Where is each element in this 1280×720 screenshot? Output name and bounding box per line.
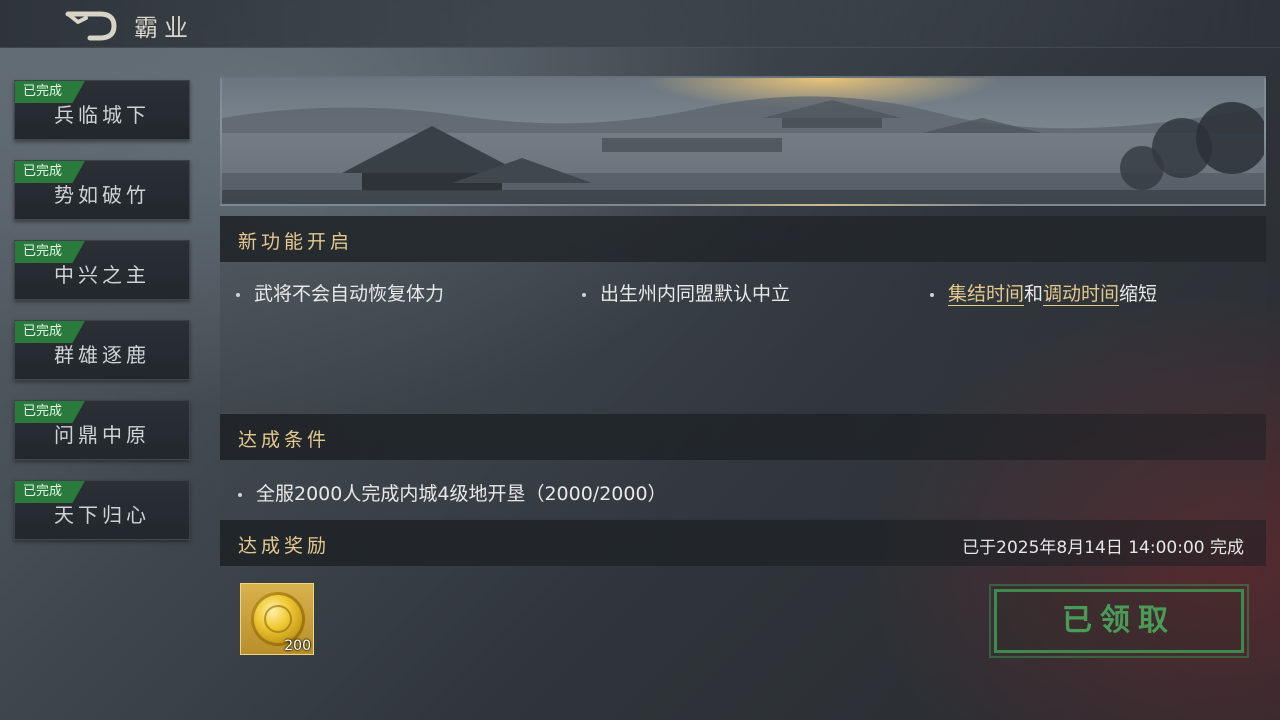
top-bar: 霸业	[0, 0, 1280, 48]
conditions-header: 达成条件	[220, 414, 1266, 460]
features-title: 新功能开启	[238, 231, 354, 253]
sidebar-item-label: 势如破竹	[54, 183, 150, 207]
back-button[interactable]	[64, 8, 120, 42]
feature-item-3: 集结时间和调动时间缩短	[930, 279, 1157, 306]
feature-item-2: 出生州内同盟默认中立	[582, 279, 790, 306]
reward-quantity: 200	[284, 638, 311, 654]
rewards-title: 达成奖励	[238, 535, 331, 557]
dispatch-time-link[interactable]: 调动时间	[1043, 283, 1120, 306]
condition-item: 全服2000人完成内城4级地开垦（2000/2000）	[238, 479, 667, 506]
sidebar-item-label: 群雄逐鹿	[54, 343, 150, 367]
back-arrow-icon	[65, 11, 117, 41]
bullet-icon	[238, 492, 242, 497]
rewards-header: 达成奖励 已于2025年8月14日 14:00:00 完成	[220, 520, 1266, 566]
completion-time: 已于2025年8月14日 14:00:00 完成	[962, 538, 1244, 558]
conditions-body: 全服2000人完成内城4级地开垦（2000/2000）	[220, 460, 1266, 518]
sidebar: 兵临城下 已完成 势如破竹 已完成 中兴之主 已完成 群雄逐鹿 已完成 问鼎中原…	[14, 80, 190, 560]
bullet-icon	[930, 292, 934, 297]
stage-banner-image	[220, 76, 1266, 206]
sidebar-item-4[interactable]: 群雄逐鹿 已完成	[14, 320, 190, 380]
conditions-title: 达成条件	[238, 429, 331, 451]
sidebar-item-label: 中兴之主	[54, 263, 150, 287]
sidebar-item-label: 天下归心	[54, 503, 150, 527]
sidebar-item-1[interactable]: 兵临城下 已完成	[14, 80, 190, 140]
sidebar-item-label: 问鼎中原	[54, 423, 150, 447]
feature-item-1: 武将不会自动恢复体力	[236, 279, 444, 306]
reward-item[interactable]: 200	[240, 583, 314, 655]
bullet-icon	[236, 292, 240, 297]
claimed-button[interactable]: 已领取	[989, 584, 1249, 658]
features-header: 新功能开启	[220, 216, 1266, 262]
page-title: 霸业	[134, 14, 194, 42]
features-body: 武将不会自动恢复体力 出生州内同盟默认中立 集结时间和调动时间缩短	[220, 262, 1266, 412]
sidebar-item-label: 兵临城下	[54, 103, 150, 127]
sidebar-item-5[interactable]: 问鼎中原 已完成	[14, 400, 190, 460]
sidebar-item-2[interactable]: 势如破竹 已完成	[14, 160, 190, 220]
sidebar-item-6[interactable]: 天下归心 已完成	[14, 480, 190, 540]
rally-time-link[interactable]: 集结时间	[948, 283, 1025, 306]
bullet-icon	[582, 292, 586, 297]
sidebar-item-3[interactable]: 中兴之主 已完成	[14, 240, 190, 300]
